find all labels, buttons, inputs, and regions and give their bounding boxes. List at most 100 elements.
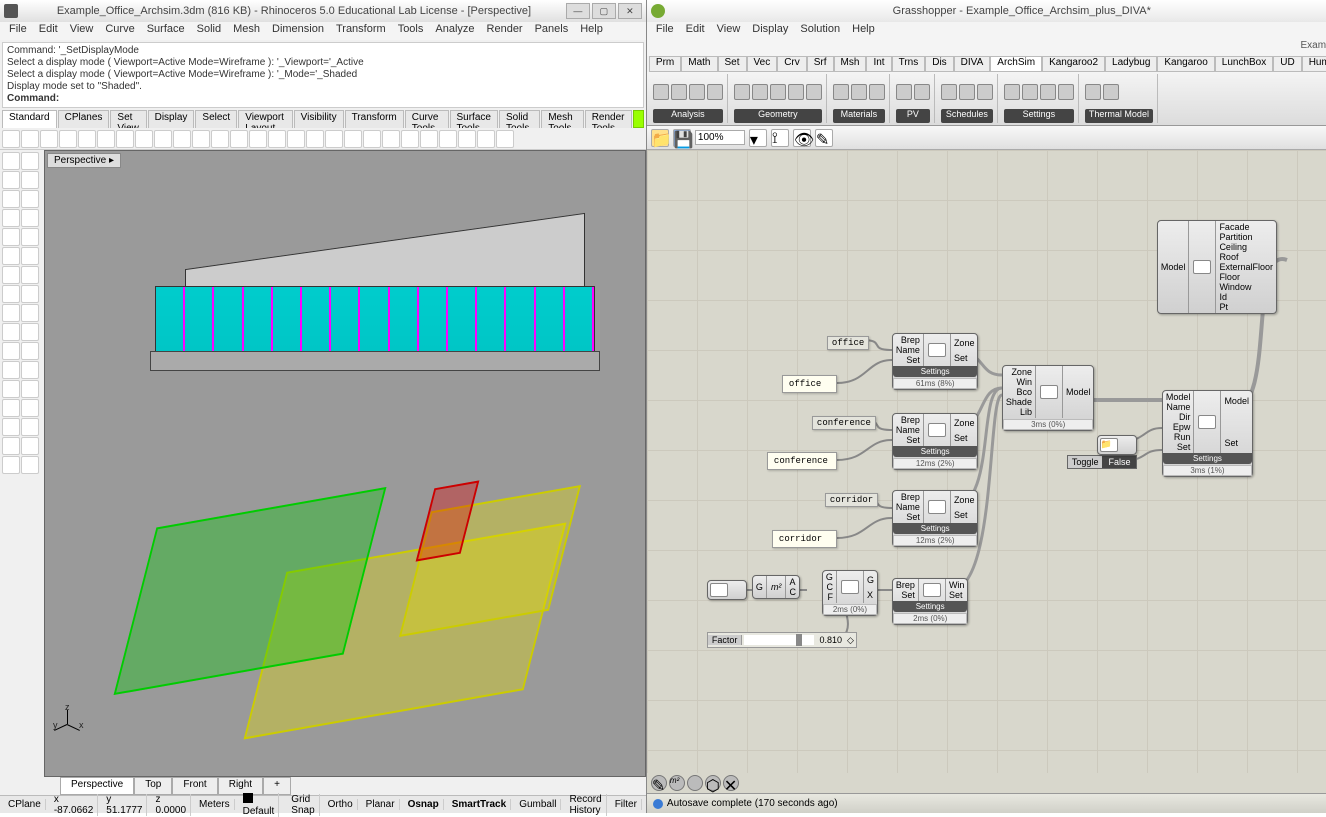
- join-icon[interactable]: [21, 323, 39, 341]
- ribbon-icon[interactable]: [734, 84, 750, 100]
- toggle-filter[interactable]: Filter: [611, 799, 642, 810]
- tab-diva[interactable]: DIVA: [954, 56, 991, 72]
- tab-math[interactable]: Math: [681, 56, 717, 72]
- tab-dis[interactable]: Dis: [925, 56, 953, 72]
- ribbon-icon[interactable]: [914, 84, 930, 100]
- ribbon-icon[interactable]: [869, 84, 885, 100]
- scale-icon[interactable]: [21, 399, 39, 417]
- paste-icon[interactable]: [116, 130, 134, 148]
- tab-grasshopper-launcher[interactable]: [633, 110, 644, 128]
- results-component[interactable]: Model Facade Partition Ceiling Roof Exte…: [1157, 220, 1277, 314]
- save-file-icon[interactable]: 💾: [673, 129, 691, 147]
- rect-icon[interactable]: [2, 228, 20, 246]
- snap-icon[interactable]: [382, 130, 400, 148]
- ribbon-icon[interactable]: [851, 84, 867, 100]
- menu-analyze[interactable]: Analyze: [430, 22, 479, 40]
- print-icon[interactable]: [59, 130, 77, 148]
- align-widget-icon[interactable]: ⬡: [705, 775, 721, 791]
- group-icon[interactable]: [496, 130, 514, 148]
- rhino-minimize-button[interactable]: —: [566, 3, 590, 19]
- rhino-maximize-button[interactable]: ▢: [592, 3, 616, 19]
- brep-param[interactable]: [707, 580, 747, 600]
- ribbon-icon[interactable]: [752, 84, 768, 100]
- help-icon[interactable]: [363, 130, 381, 148]
- rhino-viewport[interactable]: Perspective ▸ z x: [44, 150, 646, 777]
- tab-visibility[interactable]: Visibility: [294, 110, 344, 128]
- line-icon[interactable]: [2, 190, 20, 208]
- redo-icon[interactable]: [154, 130, 172, 148]
- tab-viewportlayout[interactable]: Viewport Layout: [238, 110, 292, 128]
- tab-kangaroo2[interactable]: Kangaroo2: [1042, 56, 1105, 72]
- ribbon-icon[interactable]: [1022, 84, 1038, 100]
- rhino-close-button[interactable]: ✕: [618, 3, 642, 19]
- toggle-planar[interactable]: Planar: [362, 799, 400, 810]
- open-icon[interactable]: [21, 130, 39, 148]
- menu-render[interactable]: Render: [482, 22, 528, 40]
- tab-standard[interactable]: Standard: [2, 110, 57, 128]
- office-label[interactable]: office: [827, 336, 869, 350]
- text-icon[interactable]: [21, 437, 39, 455]
- polyline-icon[interactable]: [21, 190, 39, 208]
- pointer-icon[interactable]: [2, 152, 20, 170]
- menu-solid[interactable]: Solid: [192, 22, 226, 40]
- tab-lunchbox[interactable]: LunchBox: [1215, 56, 1273, 72]
- tab-ladybug[interactable]: Ladybug: [1105, 56, 1157, 72]
- ribbon-icon[interactable]: [1040, 84, 1056, 100]
- toggle-osnap[interactable]: Osnap: [404, 799, 444, 810]
- ribbon-icon[interactable]: [653, 84, 669, 100]
- menu-help[interactable]: Help: [575, 22, 608, 40]
- zone-component-corridor[interactable]: BrepNameSet ZoneSet Settings 12ms (2%): [892, 490, 979, 547]
- rhino-command-prompt[interactable]: Command:: [7, 93, 59, 104]
- options-icon[interactable]: [401, 130, 419, 148]
- menu-curve[interactable]: Curve: [100, 22, 139, 40]
- menu-dimension[interactable]: Dimension: [267, 22, 329, 40]
- gh-menu-display[interactable]: Display: [747, 22, 793, 40]
- magnet-widget-icon[interactable]: [687, 775, 703, 791]
- trim-icon[interactable]: [2, 342, 20, 360]
- ribbon-icon[interactable]: [977, 84, 993, 100]
- tab-setview[interactable]: Set View: [110, 110, 146, 128]
- dimension-icon[interactable]: [2, 437, 20, 455]
- zone-settings-button[interactable]: Settings: [893, 366, 978, 377]
- tab-curvetools[interactable]: Curve Tools: [405, 110, 449, 128]
- toggle-gumball[interactable]: Gumball: [515, 799, 561, 810]
- ribbon-icon[interactable]: [671, 84, 687, 100]
- box-icon[interactable]: [2, 285, 20, 303]
- ribbon-icon[interactable]: [833, 84, 849, 100]
- tab-transform[interactable]: Transform: [345, 110, 404, 128]
- sphere-icon[interactable]: [21, 285, 39, 303]
- copy2-icon[interactable]: [21, 380, 39, 398]
- layersbtn-icon[interactable]: [2, 456, 20, 474]
- office-panel[interactable]: office: [782, 375, 837, 393]
- hide-icon[interactable]: [420, 130, 438, 148]
- markov-widget-icon[interactable]: ✎: [651, 775, 667, 791]
- ribbon-icon[interactable]: [788, 84, 804, 100]
- tab-human[interactable]: Human: [1302, 56, 1326, 72]
- rotate-icon[interactable]: [192, 130, 210, 148]
- polygon-icon[interactable]: [21, 228, 39, 246]
- zoom-dropdown-icon[interactable]: ▾: [749, 129, 767, 147]
- ribbon-icon[interactable]: [806, 84, 822, 100]
- show-icon[interactable]: [439, 130, 457, 148]
- undo-icon[interactable]: [135, 130, 153, 148]
- render-icon[interactable]: [306, 130, 324, 148]
- tab-solidtools[interactable]: Solid Tools: [499, 110, 540, 128]
- zoom-field[interactable]: [695, 130, 745, 145]
- zoom-icon[interactable]: [211, 130, 229, 148]
- menu-edit[interactable]: Edit: [34, 22, 63, 40]
- ribbon-icon[interactable]: [896, 84, 912, 100]
- four-view-icon[interactable]: [249, 130, 267, 148]
- vtab-front[interactable]: Front: [172, 777, 217, 795]
- interp-icon[interactable]: [21, 247, 39, 265]
- profiler-widget-icon[interactable]: ✕: [723, 775, 739, 791]
- new-icon[interactable]: [2, 130, 20, 148]
- tab-surfacetools[interactable]: Surface Tools: [450, 110, 498, 128]
- tab-ud[interactable]: UD: [1273, 56, 1301, 72]
- conference-label[interactable]: conference: [812, 416, 876, 430]
- cull-component[interactable]: GCF GX 2ms (0%): [822, 570, 878, 616]
- ribbon-icon[interactable]: [1085, 84, 1101, 100]
- cone-icon[interactable]: [21, 304, 39, 322]
- boolean-toggle[interactable]: Toggle False: [1067, 455, 1138, 469]
- thermal-model-component[interactable]: ZoneWinBcoShadeLib Model 3ms (0%): [1002, 365, 1095, 431]
- menu-file[interactable]: File: [4, 22, 32, 40]
